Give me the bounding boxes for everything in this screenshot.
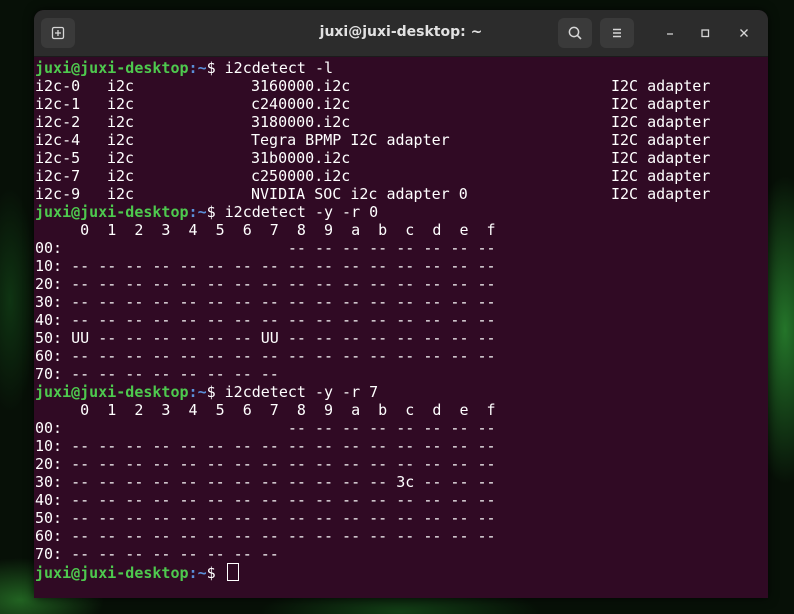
close-button[interactable] (732, 21, 756, 45)
adapter-type: i2c (107, 167, 135, 185)
adapter-row: i2c-7 i2c c250000.i2c I2C adapter (34, 167, 768, 185)
prompt-user-host: juxi@juxi-desktop (35, 203, 189, 221)
new-tab-icon (50, 25, 66, 41)
adapter-name: 3160000.i2c (251, 77, 351, 95)
minimize-icon (664, 24, 676, 43)
adapter-row: i2c-4 i2c Tegra BPMP I2C adapter I2C adapte… (34, 131, 768, 149)
adapter-name: 3180000.i2c (251, 113, 351, 131)
search-button[interactable] (558, 18, 592, 48)
prompt-path: ~ (197, 383, 207, 401)
adapter-bus: i2c-4 (35, 131, 81, 149)
adapter-bus: i2c-1 (35, 95, 81, 113)
adapter-bus: i2c-5 (35, 149, 81, 167)
maximize-icon (699, 24, 711, 43)
adapter-bus: i2c-0 (35, 77, 81, 95)
adapter-bus: i2c-7 (35, 167, 81, 185)
adapter-type: i2c (107, 113, 135, 131)
adapter-name: Tegra BPMP I2C adapter (251, 131, 450, 149)
scan-row: 40: -- -- -- -- -- -- -- -- -- -- -- -- … (35, 491, 496, 509)
adapter-row: i2c-5 i2c 31b0000.i2c I2C adapter (34, 149, 768, 167)
adapter-type: i2c (107, 95, 135, 113)
text-cursor[interactable] (226, 563, 239, 581)
adapter-bus: i2c-2 (35, 113, 81, 131)
command-text: i2cdetect -l (224, 59, 334, 77)
adapter-description: I2C adapter (611, 95, 711, 113)
adapter-description: I2C adapter (611, 149, 711, 167)
minimize-button[interactable] (658, 21, 682, 45)
prompt-path: ~ (197, 564, 207, 582)
adapter-description: I2C adapter (611, 185, 711, 203)
prompt-path: ~ (197, 203, 207, 221)
scan-row: 50: UU -- -- -- -- -- -- UU -- -- -- -- … (35, 329, 496, 347)
scan-row: 60: -- -- -- -- -- -- -- -- -- -- -- -- … (35, 347, 496, 365)
prompt-user-host: juxi@juxi-desktop (35, 383, 189, 401)
scan-header: 0 1 2 3 4 5 6 7 8 9 a b c d e f (35, 401, 496, 419)
adapter-row: i2c-2 i2c 3180000.i2c I2C adapter (34, 113, 768, 131)
adapter-name: 31b0000.i2c (251, 149, 351, 167)
scan-row: 30: -- -- -- -- -- -- -- -- -- -- -- -- … (35, 293, 496, 311)
adapter-description: I2C adapter (611, 167, 711, 185)
scan-row: 10: -- -- -- -- -- -- -- -- -- -- -- -- … (35, 437, 496, 455)
scan-row: 50: -- -- -- -- -- -- -- -- -- -- -- -- … (35, 509, 496, 527)
maximize-button[interactable] (693, 21, 717, 45)
search-icon (567, 25, 583, 41)
adapter-row: i2c-0 i2c 3160000.i2c I2C adapter (34, 77, 768, 95)
close-icon (738, 24, 750, 43)
prompt-line: juxi@juxi-desktop:~$ i2cdetect -y -r 0 (35, 203, 379, 221)
adapter-name: c240000.i2c (251, 95, 351, 113)
adapter-description: I2C adapter (611, 131, 711, 149)
adapter-type: i2c (107, 149, 135, 167)
scan-row: 00: -- -- -- -- -- -- -- -- (35, 239, 496, 257)
scan-row: 30: -- -- -- -- -- -- -- -- -- -- -- -- … (35, 473, 496, 491)
adapter-row: i2c-9 i2c NVIDIA SOC i2c adapter 0 I2C adap… (34, 185, 768, 203)
terminal-window[interactable]: juxi@juxi-desktop: ~ juxi@juxi-desktop:~… (34, 10, 768, 598)
adapter-row: i2c-1 i2c c240000.i2c I2C adapter (34, 95, 768, 113)
scan-row: 70: -- -- -- -- -- -- -- -- (35, 365, 279, 383)
adapter-type: i2c (107, 131, 135, 149)
prompt-line: juxi@juxi-desktop:~$ i2cdetect -l (35, 59, 334, 77)
command-text: i2cdetect -y -r 7 (224, 383, 379, 401)
scan-row: 10: -- -- -- -- -- -- -- -- -- -- -- -- … (35, 257, 496, 275)
adapter-type: i2c (107, 77, 135, 95)
prompt-user-host: juxi@juxi-desktop (35, 59, 189, 77)
adapter-description: I2C adapter (611, 77, 711, 95)
prompt-path: ~ (197, 59, 207, 77)
scan-header: 0 1 2 3 4 5 6 7 8 9 a b c d e f (35, 221, 496, 239)
hamburger-menu-icon (609, 25, 625, 41)
adapter-description: I2C adapter (611, 113, 711, 131)
scan-row: 70: -- -- -- -- -- -- -- -- (35, 545, 279, 563)
scan-row: 60: -- -- -- -- -- -- -- -- -- -- -- -- … (35, 527, 496, 545)
adapter-bus: i2c-9 (35, 185, 81, 203)
prompt-line: juxi@juxi-desktop:~$ i2cdetect -y -r 7 (35, 383, 379, 401)
adapter-type: i2c (107, 185, 135, 203)
terminal-output[interactable]: juxi@juxi-desktop:~$ i2cdetect -l i2c-0 i… (34, 56, 768, 598)
adapter-name: NVIDIA SOC i2c adapter 0 (251, 185, 468, 203)
prompt-user-host: juxi@juxi-desktop (35, 564, 189, 582)
scan-row: 00: -- -- -- -- -- -- -- -- (35, 419, 496, 437)
adapter-name: c250000.i2c (251, 167, 351, 185)
scan-row: 20: -- -- -- -- -- -- -- -- -- -- -- -- … (35, 275, 496, 293)
command-text: i2cdetect -y -r 0 (224, 203, 379, 221)
menu-button[interactable] (600, 18, 634, 48)
prompt-line[interactable]: juxi@juxi-desktop:~$ (35, 563, 239, 582)
scan-row: 20: -- -- -- -- -- -- -- -- -- -- -- -- … (35, 455, 496, 473)
title-bar[interactable]: juxi@juxi-desktop: ~ (34, 10, 768, 57)
scan-row: 40: -- -- -- -- -- -- -- -- -- -- -- -- … (35, 311, 496, 329)
new-tab-button[interactable] (41, 18, 75, 48)
